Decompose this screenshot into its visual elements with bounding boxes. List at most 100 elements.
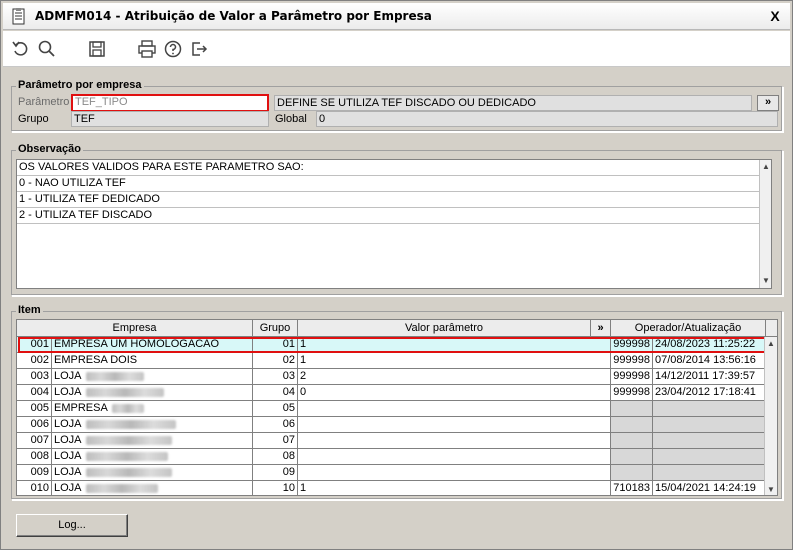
empresa-code-cell[interactable]: 007 bbox=[17, 433, 52, 449]
table-row[interactable]: 001 EMPRESA UM HOMOLOGACAO 01 1 999998 24/08/… bbox=[17, 337, 766, 353]
operador-cell[interactable] bbox=[611, 449, 653, 465]
undo-icon[interactable] bbox=[11, 39, 31, 59]
table-row[interactable]: 005 EMPRESA 05 bbox=[17, 401, 766, 417]
grupo-cell[interactable]: 02 bbox=[253, 353, 298, 369]
col-operador[interactable]: Operador/Atualização bbox=[611, 320, 766, 337]
redacted-name bbox=[85, 387, 164, 397]
valor-cell[interactable] bbox=[298, 449, 611, 465]
col-valor[interactable]: Valor parâmetro bbox=[298, 320, 591, 337]
atualizacao-cell[interactable]: 15/04/2021 14:24:19 bbox=[653, 481, 766, 495]
table-row[interactable]: 004 LOJA 04 0 999998 23/04/2012 17:18:41 bbox=[17, 385, 766, 401]
table-row[interactable]: 010 LOJA 10 1 710183 15/04/2021 14:24:19 bbox=[17, 481, 766, 495]
atualizacao-cell[interactable] bbox=[653, 433, 766, 449]
empresa-name-cell[interactable]: EMPRESA bbox=[52, 401, 253, 417]
atualizacao-cell[interactable]: 24/08/2023 11:25:22 bbox=[653, 337, 766, 353]
empresa-code-cell[interactable]: 004 bbox=[17, 385, 52, 401]
table-row[interactable]: 008 LOJA 08 bbox=[17, 449, 766, 465]
empresa-code-cell[interactable]: 009 bbox=[17, 465, 52, 481]
grupo-cell[interactable]: 04 bbox=[253, 385, 298, 401]
atualizacao-cell[interactable] bbox=[653, 449, 766, 465]
observacao-scrollbar[interactable]: ▲ ▼ bbox=[759, 160, 771, 288]
empresa-name-cell[interactable]: LOJA bbox=[52, 465, 253, 481]
grid-scrollbar[interactable]: ▲ ▼ bbox=[764, 337, 777, 495]
col-empresa[interactable]: Empresa bbox=[17, 320, 253, 337]
operador-cell[interactable] bbox=[611, 401, 653, 417]
valor-cell[interactable]: 1 bbox=[298, 337, 611, 353]
scroll-up-icon[interactable]: ▲ bbox=[760, 160, 772, 174]
empresa-code-cell[interactable]: 010 bbox=[17, 481, 52, 495]
empresa-name-cell[interactable]: EMPRESA UM HOMOLOGACAO bbox=[52, 337, 253, 353]
empresa-code-cell[interactable]: 002 bbox=[17, 353, 52, 369]
empresa-code-cell[interactable]: 008 bbox=[17, 449, 52, 465]
empresa-name-cell[interactable]: EMPRESA DOIS bbox=[52, 353, 253, 369]
table-row[interactable]: 003 LOJA 03 2 999998 14/12/2011 17:39:57 bbox=[17, 369, 766, 385]
grupo-cell[interactable]: 07 bbox=[253, 433, 298, 449]
grid-header: Empresa Grupo Valor parâmetro » Operador… bbox=[17, 320, 777, 337]
valor-cell[interactable] bbox=[298, 417, 611, 433]
empresa-name-cell[interactable]: LOJA bbox=[52, 449, 253, 465]
grupo-cell[interactable]: 09 bbox=[253, 465, 298, 481]
item-legend: Item bbox=[16, 304, 43, 316]
exit-icon[interactable] bbox=[189, 39, 209, 59]
col-valor-expand-button[interactable]: » bbox=[591, 320, 611, 337]
empresa-name-cell[interactable]: LOJA bbox=[52, 417, 253, 433]
operador-cell[interactable] bbox=[611, 433, 653, 449]
empresa-code-cell[interactable]: 006 bbox=[17, 417, 52, 433]
valor-cell[interactable] bbox=[298, 401, 611, 417]
operador-cell[interactable]: 999998 bbox=[611, 337, 653, 353]
empresa-code-cell[interactable]: 005 bbox=[17, 401, 52, 417]
empresa-name-cell[interactable]: LOJA bbox=[52, 481, 253, 495]
valor-cell[interactable] bbox=[298, 433, 611, 449]
table-row[interactable]: 007 LOJA 07 bbox=[17, 433, 766, 449]
table-row[interactable]: 009 LOJA 09 bbox=[17, 465, 766, 481]
operador-cell[interactable]: 999998 bbox=[611, 369, 653, 385]
valor-cell[interactable]: 1 bbox=[298, 353, 611, 369]
help-icon[interactable] bbox=[163, 39, 183, 59]
operador-cell[interactable]: 999998 bbox=[611, 385, 653, 401]
parametro-label: Parâmetro bbox=[18, 96, 70, 108]
close-button[interactable]: X bbox=[766, 8, 784, 25]
atualizacao-cell[interactable]: 23/04/2012 17:18:41 bbox=[653, 385, 766, 401]
expand-param-button[interactable]: » bbox=[757, 95, 779, 111]
save-icon[interactable] bbox=[87, 39, 107, 59]
grupo-cell[interactable]: 10 bbox=[253, 481, 298, 495]
empresa-name-cell[interactable]: LOJA bbox=[52, 369, 253, 385]
atualizacao-cell[interactable]: 07/08/2014 13:56:16 bbox=[653, 353, 766, 369]
col-grupo[interactable]: Grupo bbox=[253, 320, 298, 337]
grupo-field: TEF bbox=[71, 111, 269, 127]
param-section-legend: Parâmetro por empresa bbox=[16, 79, 144, 91]
table-row[interactable]: 002 EMPRESA DOIS 02 1 999998 07/08/2014 13:56… bbox=[17, 353, 766, 369]
valor-cell[interactable]: 0 bbox=[298, 385, 611, 401]
scroll-up-icon[interactable]: ▲ bbox=[765, 337, 777, 351]
operador-cell[interactable]: 710183 bbox=[611, 481, 653, 495]
empresa-name-text: LOJA bbox=[54, 418, 82, 430]
empresa-code-cell[interactable]: 003 bbox=[17, 369, 52, 385]
operador-cell[interactable]: 999998 bbox=[611, 353, 653, 369]
atualizacao-cell[interactable] bbox=[653, 401, 766, 417]
empresa-code-cell[interactable]: 001 bbox=[17, 337, 52, 353]
atualizacao-cell[interactable] bbox=[653, 465, 766, 481]
table-row[interactable]: 006 LOJA 06 bbox=[17, 417, 766, 433]
empresa-name-cell[interactable]: LOJA bbox=[52, 385, 253, 401]
valor-cell[interactable]: 1 bbox=[298, 481, 611, 495]
search-icon[interactable] bbox=[37, 39, 57, 59]
grupo-cell[interactable]: 08 bbox=[253, 449, 298, 465]
scroll-down-icon[interactable]: ▼ bbox=[760, 274, 772, 288]
operador-cell[interactable] bbox=[611, 417, 653, 433]
grupo-cell[interactable]: 03 bbox=[253, 369, 298, 385]
empresa-name-cell[interactable]: LOJA bbox=[52, 433, 253, 449]
log-button[interactable]: Log... bbox=[16, 514, 128, 537]
atualizacao-cell[interactable]: 14/12/2011 17:39:57 bbox=[653, 369, 766, 385]
valor-cell[interactable]: 2 bbox=[298, 369, 611, 385]
grupo-cell[interactable]: 06 bbox=[253, 417, 298, 433]
grupo-cell[interactable]: 01 bbox=[253, 337, 298, 353]
valor-cell[interactable] bbox=[298, 465, 611, 481]
scroll-down-icon[interactable]: ▼ bbox=[765, 483, 777, 495]
grupo-cell[interactable]: 05 bbox=[253, 401, 298, 417]
parametro-input[interactable]: TEF_TIPO bbox=[71, 94, 269, 112]
observacao-textbox[interactable]: OS VALORES VALIDOS PARA ESTE PARAMETRO S… bbox=[16, 159, 772, 289]
item-section: Item Empresa Grupo Valor parâmetro » Ope… bbox=[11, 304, 783, 500]
print-icon[interactable] bbox=[137, 39, 157, 59]
atualizacao-cell[interactable] bbox=[653, 417, 766, 433]
operador-cell[interactable] bbox=[611, 465, 653, 481]
